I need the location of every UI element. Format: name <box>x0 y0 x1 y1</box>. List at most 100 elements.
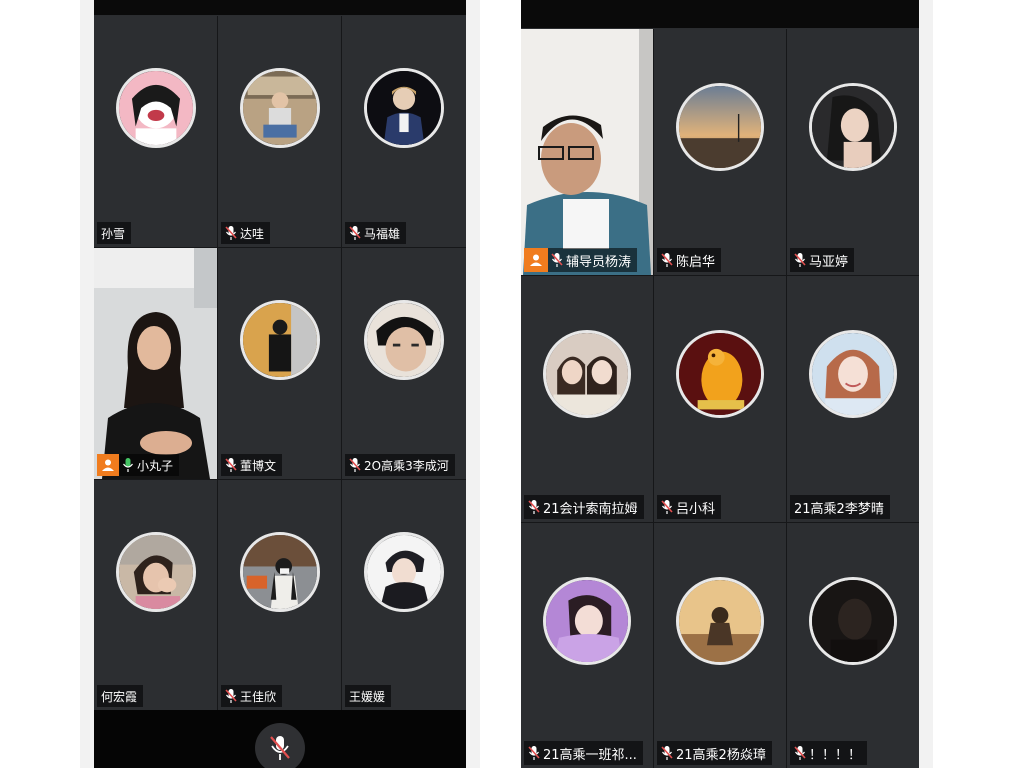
muted-mic-icon <box>551 252 563 268</box>
participant-tile[interactable]: 2O高乘3李成河 <box>342 248 466 479</box>
muted-mic-icon <box>661 252 673 268</box>
participant-tile-video[interactable]: 小丸子 <box>94 248 217 479</box>
participant-name-bar: 王媛媛 <box>345 685 392 707</box>
participant-tile[interactable]: 董博文 <box>218 248 341 479</box>
participant-name: 21高乘2李梦晴 <box>794 501 884 517</box>
participant-name: 辅导员杨涛 <box>566 254 632 270</box>
muted-mic-icon <box>270 736 290 760</box>
photo-avatar-girl-hand <box>115 532 196 612</box>
right-phone-edge <box>919 0 933 768</box>
muted-mic-icon <box>349 457 361 473</box>
participant-tile[interactable]: 王佳欣 <box>218 480 341 710</box>
left-margin-gutter <box>80 0 94 768</box>
participant-name: 王佳欣 <box>240 689 277 704</box>
participant-name-bar: 董博文 <box>221 454 283 476</box>
photo-avatar-purple-girl <box>543 577 631 665</box>
muted-mic-icon <box>349 225 361 241</box>
participant-name-bar: 吕小科 <box>657 495 722 519</box>
host-badge-icon <box>97 454 119 476</box>
participant-name-bar: 何宏霞 <box>97 685 144 707</box>
photo-avatar-smiling-girl <box>809 330 897 419</box>
participant-name-bar: 马福雄 <box>345 222 407 244</box>
participant-tile[interactable]: 何宏霞 <box>94 480 217 710</box>
man-glasses-video-feed <box>521 29 653 275</box>
participant-tile[interactable]: 21会计索南拉姆 <box>521 276 653 522</box>
participant-tile[interactable]: 陈启华 <box>654 29 786 275</box>
participant-name-bar: 马亚婷 <box>790 248 855 272</box>
photo-avatar-young-man <box>364 68 444 149</box>
active-mic-icon <box>122 457 134 473</box>
participant-name-bar: 2O高乘3李成河 <box>345 454 455 476</box>
left-phone-edge <box>466 0 480 768</box>
orange-figure-avatar <box>676 330 764 419</box>
right-phone-screen: 辅导员杨涛 陈启华 马亚婷 21会计索南拉姆 吕小科 21高乘2李梦晴 21高乘… <box>521 0 919 768</box>
participant-tile[interactable]: 达哇 <box>218 16 341 247</box>
participant-name: 吕小科 <box>676 501 716 517</box>
participant-name-bar: 21高乘一班祁... <box>524 741 643 765</box>
participant-name: 小丸子 <box>137 458 174 473</box>
participant-name: 马亚婷 <box>809 254 849 270</box>
participant-name-bar: 陈启华 <box>657 248 722 272</box>
participant-name-bar: 王佳欣 <box>221 685 283 707</box>
woman-video-feed <box>94 248 217 479</box>
anime-boy-avatar <box>364 532 444 612</box>
participant-name-bar: 小丸子 <box>97 454 180 476</box>
participant-tile[interactable]: 21高乘2杨焱璋 <box>654 523 786 768</box>
participant-name: 21会计索南拉姆 <box>543 501 638 517</box>
muted-mic-icon <box>225 225 237 241</box>
participant-name: 孙雪 <box>101 226 126 241</box>
participant-tile[interactable]: 吕小科 <box>654 276 786 522</box>
participant-name: 21高乘2杨焱璋 <box>676 747 766 763</box>
muted-mic-icon <box>528 499 540 515</box>
cartoon-girl-avatar <box>115 68 196 149</box>
participant-tile[interactable]: 马福雄 <box>342 16 466 247</box>
participant-name: 21高乘一班祁... <box>543 747 637 763</box>
participant-tile[interactable]: ！！！！ <box>787 523 919 768</box>
participant-name: 何宏霞 <box>101 689 138 704</box>
participant-name: 达哇 <box>240 226 265 241</box>
photo-avatar-black-jacket <box>239 300 320 381</box>
status-bar <box>521 0 919 28</box>
participant-name: 陈启华 <box>676 254 716 270</box>
sunset-avatar <box>676 83 764 172</box>
participant-tile[interactable]: 21高乘2李梦晴 <box>787 276 919 522</box>
photo-avatar-seated-boy <box>239 68 320 149</box>
muted-mic-icon <box>794 252 806 268</box>
participant-tile[interactable]: 马亚婷 <box>787 29 919 275</box>
participant-name-bar: 孙雪 <box>97 222 132 244</box>
photo-avatar-street-girl <box>239 532 320 612</box>
participant-tile-video[interactable]: 辅导员杨涛 <box>521 29 653 275</box>
participant-name: ！！！！ <box>809 747 862 763</box>
participant-name: 王媛媛 <box>349 689 386 704</box>
muted-mic-icon <box>794 745 806 761</box>
photo-avatar-warm-boy <box>676 577 764 665</box>
status-bar <box>94 0 466 15</box>
muted-mic-icon <box>225 457 237 473</box>
participant-name-bar: 辅导员杨涛 <box>524 248 638 272</box>
participant-name: 2O高乘3李成河 <box>364 458 449 473</box>
participant-name: 董博文 <box>240 458 277 473</box>
participant-tile[interactable]: 21高乘一班祁... <box>521 523 653 768</box>
muted-mic-icon <box>661 499 673 515</box>
mic-toggle-button[interactable] <box>255 723 305 768</box>
left-phone-screen: 孙雪 达哇 马福雄 小丸子 董博文 2O高乘3李成河 何宏霞 王佳欣 王媛媛 <box>94 0 466 768</box>
participant-grid: 孙雪 达哇 马福雄 小丸子 董博文 2O高乘3李成河 何宏霞 王佳欣 王媛媛 <box>94 16 466 710</box>
participant-name-bar: 21高乘2李梦晴 <box>790 495 890 519</box>
participant-name-bar: 21高乘2杨焱璋 <box>657 741 772 765</box>
muted-mic-icon <box>528 745 540 761</box>
participant-grid: 辅导员杨涛 陈启华 马亚婷 21会计索南拉姆 吕小科 21高乘2李梦晴 21高乘… <box>521 29 919 768</box>
photo-avatar-boy-face <box>364 300 444 381</box>
bottom-toolbar <box>94 710 466 768</box>
participant-tile[interactable]: 王媛媛 <box>342 480 466 710</box>
participant-name-bar: 达哇 <box>221 222 271 244</box>
photo-avatar-long-hair <box>809 83 897 172</box>
muted-mic-icon <box>225 688 237 704</box>
photo-avatar-two-girls <box>543 330 631 419</box>
host-badge-icon <box>524 248 548 272</box>
participant-name: 马福雄 <box>364 226 401 241</box>
participant-name-bar: ！！！！ <box>790 741 868 765</box>
participant-tile[interactable]: 孙雪 <box>94 16 217 247</box>
muted-mic-icon <box>661 745 673 761</box>
dark-avatar <box>809 577 897 665</box>
participant-name-bar: 21会计索南拉姆 <box>524 495 644 519</box>
